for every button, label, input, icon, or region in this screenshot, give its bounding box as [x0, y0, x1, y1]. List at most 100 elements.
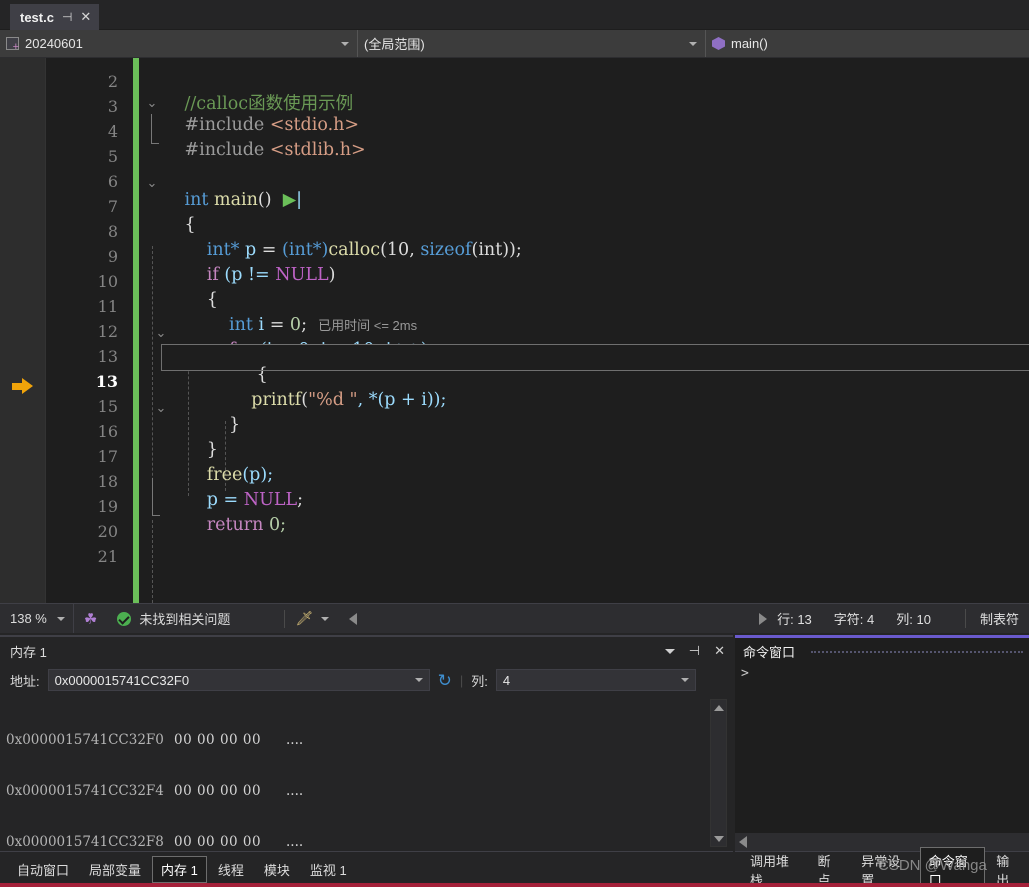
memory-vertical-scrollbar[interactable] [710, 699, 727, 847]
code-line-7[interactable]: { [140, 195, 1029, 235]
problems-status-label: 未找到相关问题 [139, 612, 231, 627]
code-text-area[interactable]: ⌄ ⌄ ⌄ ⌄ //calloc函数使用示例 #include <stdio.h… [140, 58, 1029, 603]
code-line-19[interactable]: return 0; [140, 495, 1029, 535]
tab-exception-settings[interactable]: 异常设置 [852, 847, 918, 887]
close-icon[interactable]: ✕ [714, 643, 725, 659]
chevron-down-icon [689, 41, 697, 46]
code-line-17[interactable]: free(p); [140, 445, 1029, 485]
tab-locals[interactable]: 局部变量 [80, 856, 150, 883]
col-label: 列: [896, 612, 913, 627]
code-line-2[interactable]: //calloc函数使用示例 [140, 70, 1029, 114]
memory-hex: 00 00 00 00 [174, 834, 262, 847]
close-icon[interactable]: ✕ [80, 9, 91, 25]
code-line-16[interactable]: } [140, 420, 1029, 460]
zoom-level-label: 138 % [10, 611, 47, 626]
zoom-level-control[interactable]: 138 % [0, 604, 74, 633]
line-number: 13 [97, 347, 118, 366]
code-line-8[interactable]: int* p = (int*)calloc(10, sizeof(int)); [140, 220, 1029, 260]
triangle-up-icon [713, 704, 724, 711]
problems-status[interactable]: 未找到相关问题 [107, 609, 240, 628]
tab-mode-label[interactable]: 制表符 [964, 609, 1019, 628]
refresh-icon[interactable]: ↻ [438, 672, 452, 689]
chevron-down-icon[interactable] [664, 648, 675, 654]
line-number: 6 [107, 172, 118, 191]
memory-row[interactable]: 0x0000015741CC32F8 00 00 00 00 .... [6, 833, 705, 847]
code-line-21[interactable] [140, 545, 1029, 570]
column-count-input[interactable]: 4 [495, 669, 696, 691]
scroll-down-button[interactable] [711, 831, 726, 846]
memory-dump-grid[interactable]: 0x0000015741CC32F0 00 00 00 00 .... 0x00… [6, 699, 705, 847]
document-tab-test-c[interactable]: test.c ⊣ ✕ [10, 4, 100, 30]
tab-threads[interactable]: 线程 [209, 856, 253, 883]
code-line-6[interactable]: int main() ▶| [140, 170, 1029, 210]
char-value: 4 [867, 612, 875, 627]
code-line-4[interactable]: #include <stdlib.h> [140, 120, 1029, 160]
triangle-down-icon [713, 835, 724, 842]
line-value: 13 [797, 612, 812, 627]
intellisense-status[interactable]: ☘ [74, 610, 107, 628]
chevron-down-icon [56, 616, 65, 621]
tab-command-window[interactable]: 命令窗口 [919, 846, 986, 887]
pin-icon[interactable]: ⊣ [62, 10, 72, 24]
column-count-value: 4 [502, 672, 511, 688]
tab-modules[interactable]: 模块 [255, 856, 299, 883]
tab-breakpoints[interactable]: 断点 [809, 847, 851, 887]
code-cleanup-control[interactable]: 🗡 [285, 610, 339, 627]
memory-hex: 00 00 00 00 [174, 783, 262, 799]
line-label: 行: [777, 612, 794, 627]
tab-memory-1[interactable]: 内存 1 [152, 856, 207, 883]
command-window-title-bar[interactable]: 命令窗口 [735, 638, 1029, 664]
memory-window-toolbar: 地址: 0x0000015741CC32F0 ↻ | 列: 4 [0, 665, 733, 695]
project-icon [6, 37, 19, 53]
command-window-body[interactable]: > [735, 664, 1029, 825]
memory-hex: 00 00 00 00 [174, 732, 262, 748]
memory-row[interactable]: 0x0000015741CC32F4 00 00 00 00 .... [6, 782, 705, 801]
chevron-down-icon [341, 41, 349, 46]
scroll-left-button[interactable] [339, 612, 367, 625]
change-tracking-bar [133, 58, 139, 603]
code-line-18[interactable]: p = NULL; [140, 470, 1029, 510]
tab-watch-1[interactable]: 监视 1 [301, 856, 356, 883]
tab-autos[interactable]: 自动窗口 [8, 856, 78, 883]
line-number: 11 [97, 297, 118, 316]
line-number: 5 [107, 147, 118, 166]
scope-dropdown[interactable]: (全局范围) [358, 30, 706, 57]
line-number: 2 [107, 72, 118, 91]
line-number: 4 [107, 122, 118, 141]
memory-row[interactable]: 0x0000015741CC32F0 00 00 00 00 .... [6, 731, 705, 750]
drag-handle[interactable] [811, 651, 1023, 653]
code-line-14[interactable]: printf("%d ", *(p + i)); [140, 370, 1029, 410]
code-line-5[interactable] [140, 145, 1029, 170]
code-line-3[interactable]: #include <stdio.h> [140, 95, 1029, 135]
symbol-dropdown[interactable]: main() [706, 30, 1029, 57]
code-line-11[interactable]: int i = 0; 已用时间 <= 2ms [140, 295, 1029, 335]
scroll-right-button[interactable] [749, 612, 777, 625]
col-value: 10 [916, 612, 931, 627]
instruction-pointer-icon[interactable] [12, 378, 34, 394]
address-input[interactable]: 0x0000015741CC32F0 [47, 669, 430, 691]
project-dropdown[interactable]: 20240601 [0, 30, 358, 57]
memory-ascii: .... [286, 732, 304, 748]
code-line-9[interactable]: if (p != NULL) [140, 245, 1029, 285]
bottom-accent-rule [0, 883, 1029, 887]
code-editor[interactable]: 2 3 4 5 6 7 8 9 10 11 12 13 13 15 16 17 … [0, 58, 1029, 603]
code-line-20[interactable] [140, 520, 1029, 545]
pin-icon[interactable]: ⊣ [689, 643, 700, 659]
code-line-13-current[interactable]: { [161, 344, 1029, 385]
code-line-12[interactable]: for (i = 0; i < 10; i++) [140, 320, 1029, 360]
tab-output[interactable]: 输出 [987, 847, 1029, 887]
lightbulb-icon: ☘ [83, 610, 98, 628]
line-number: 19 [97, 497, 118, 516]
address-label: 地址: [10, 673, 40, 689]
tab-call-stack[interactable]: 调用堆栈 [741, 847, 807, 887]
memory-window-title-bar: 内存 1 ⊣ ✕ [0, 637, 733, 665]
line-number: 17 [97, 447, 118, 466]
code-line-15[interactable]: } [140, 395, 1029, 435]
debug-tool-windows-tabs-left: 自动窗口 局部变量 内存 1 线程 模块 监视 1 [0, 851, 733, 887]
breakpoint-margin[interactable] [0, 58, 46, 603]
code-line-10[interactable]: { [140, 270, 1029, 310]
line-number: 21 [97, 547, 118, 566]
scroll-up-button[interactable] [711, 700, 726, 715]
line-number: 18 [97, 472, 118, 491]
command-window-title: 命令窗口 [743, 644, 796, 660]
